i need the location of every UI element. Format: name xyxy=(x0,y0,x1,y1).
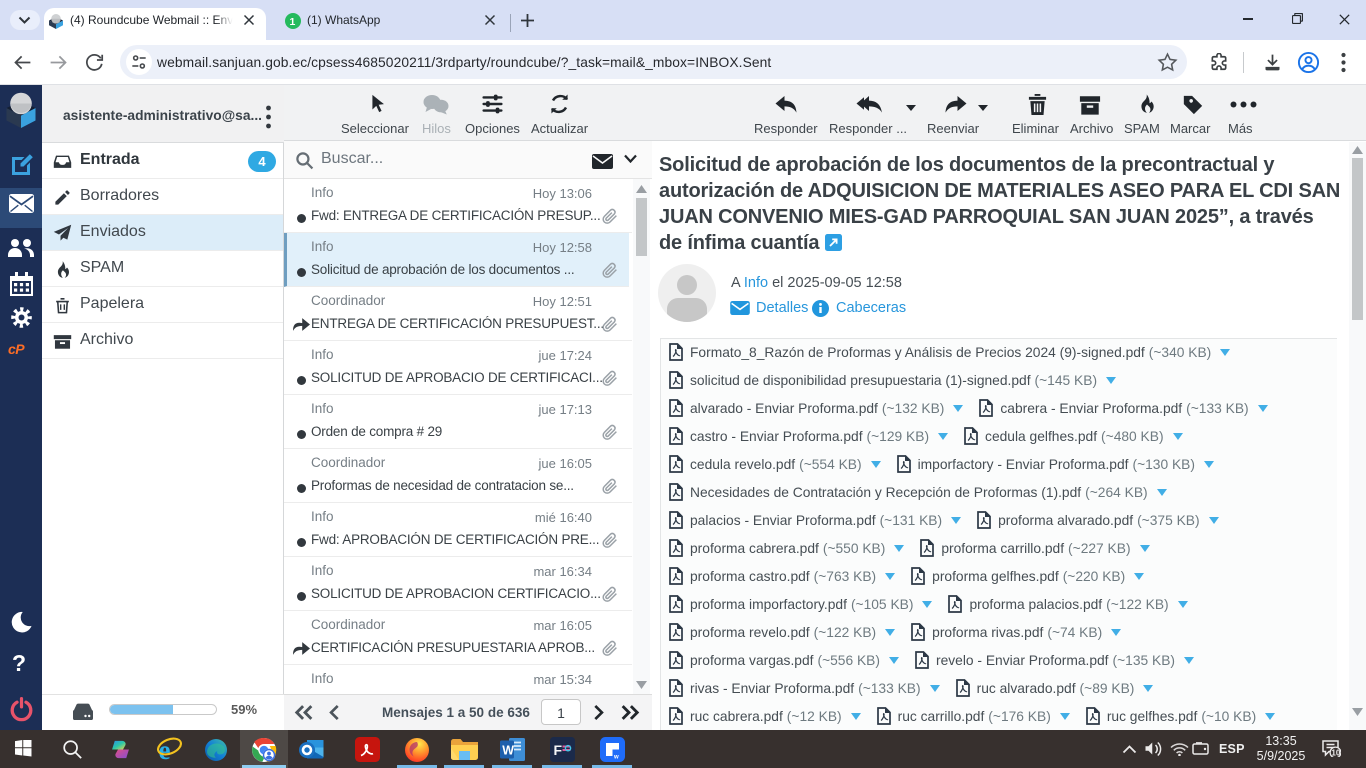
svg-text:F: F xyxy=(554,742,563,758)
svg-text:W: W xyxy=(502,744,514,758)
svg-text:w: w xyxy=(613,755,619,761)
svg-text:1: 1 xyxy=(290,16,296,28)
svg-text:10: 10 xyxy=(1331,748,1340,757)
